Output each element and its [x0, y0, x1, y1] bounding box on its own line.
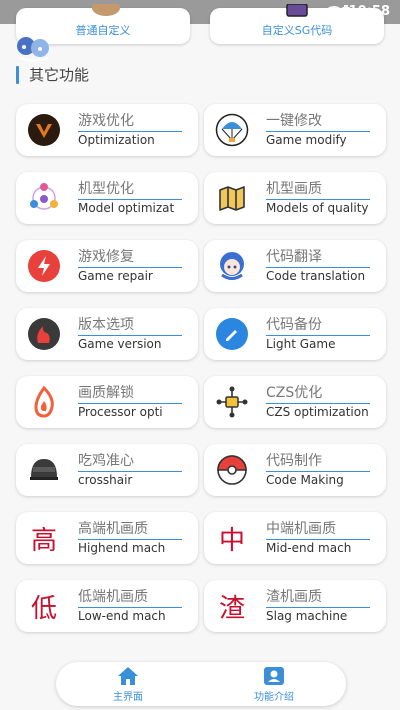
slag-glyph-icon: 渣: [218, 593, 245, 624]
fire-icon: [26, 384, 62, 420]
pokeball-icon: [214, 452, 250, 488]
anime-avatar-icon: [214, 248, 250, 284]
card-title: 代码备份: [266, 316, 370, 336]
card-title: 代码制作: [266, 452, 370, 472]
home-icon: [118, 667, 138, 685]
card-title: 游戏优化: [78, 112, 182, 132]
card-subtitle: Game version: [78, 337, 162, 351]
normal-custom-label: 普通自定义: [75, 24, 131, 37]
map-icon: [214, 180, 250, 216]
card-title: 一键修改: [266, 112, 370, 132]
card-slag-quality[interactable]: 渣 渣机画质 Slag machine: [204, 580, 386, 632]
card-subtitle: Code translation: [266, 269, 366, 283]
card-subtitle: Slag machine: [266, 609, 348, 623]
card-subtitle: Game modify: [266, 133, 347, 147]
profile-card-icon: [264, 667, 284, 685]
card-subtitle: Optimization: [78, 133, 155, 147]
mascot-icon: [17, 37, 49, 62]
circuit-icon: [214, 384, 250, 420]
card-subtitle: Light Game: [266, 337, 336, 351]
card-title: 版本选项: [78, 316, 182, 336]
card-title: 机型优化: [78, 180, 182, 200]
low-glyph-icon: 低: [30, 593, 57, 624]
section-accent-bar: [16, 65, 19, 84]
card-subtitle: Highend mach: [78, 541, 166, 555]
card-code-making[interactable]: 代码制作 Code Making: [204, 444, 386, 496]
nav-function-label: 功能介绍: [254, 692, 294, 703]
card-title: 低端机画质: [78, 588, 182, 608]
card-midend-quality[interactable]: 中 中端机画质 Mid-end mach: [204, 512, 386, 564]
card-subtitle: Mid-end mach: [266, 541, 352, 555]
card-game-repair[interactable]: 游戏修复 Game repair: [16, 240, 198, 292]
card-title: 代码翻译: [266, 248, 370, 268]
card-crosshair[interactable]: 吃鸡准心 crosshair: [16, 444, 198, 496]
parachute-icon: [214, 112, 250, 148]
card-model-quality[interactable]: 机型画质 Models of quality: [204, 172, 386, 224]
section-title: 其它功能: [16, 64, 89, 85]
card-title: CZS优化: [266, 384, 370, 404]
mascot-icon: [92, 4, 120, 16]
card-subtitle: Game repair: [78, 269, 153, 283]
card-one-key-modify[interactable]: 一键修改 Game modify: [204, 104, 386, 156]
card-title: 渣机画质: [266, 588, 370, 608]
card-title: 吃鸡准心: [78, 452, 182, 472]
card-czs-optimization[interactable]: CZS优化 CZS optimization: [204, 376, 386, 428]
card-subtitle: Models of quality: [266, 201, 369, 215]
section-title-text: 其它功能: [29, 66, 90, 84]
card-code-backup[interactable]: 代码备份 Light Game: [204, 308, 386, 360]
card-subtitle: Model optimizat: [78, 201, 175, 215]
tv-icon: [286, 4, 308, 17]
flame-dark-icon: [26, 316, 62, 352]
card-highend-quality[interactable]: 高 高端机画质 Highend mach: [16, 512, 198, 564]
high-glyph-icon: 高: [30, 525, 57, 556]
card-subtitle: CZS optimization: [266, 405, 369, 419]
card-model-optimization[interactable]: 机型优化 Model optimizat: [16, 172, 198, 224]
custom-sg-code-button[interactable]: 自定义SG代码: [210, 4, 384, 44]
nav-home[interactable]: 主界面: [78, 666, 178, 704]
custom-sg-code-label: 自定义SG代码: [261, 24, 333, 37]
game-optimize-icon: [26, 112, 62, 148]
card-subtitle: Code Making: [266, 473, 344, 487]
edit-icon: [214, 316, 250, 352]
card-subtitle: Processor opti: [78, 405, 163, 419]
card-subtitle: crosshair: [78, 473, 133, 487]
card-game-optimization[interactable]: 游戏优化 Optimization: [16, 104, 198, 156]
mid-glyph-icon: 中: [218, 525, 245, 556]
lightning-icon: [26, 248, 62, 284]
card-title: 机型画质: [266, 180, 370, 200]
card-quality-unlock[interactable]: 画质解锁 Processor opti: [16, 376, 198, 428]
nav-home-label: 主界面: [113, 692, 143, 703]
card-title: 中端机画质: [266, 520, 370, 540]
card-title: 画质解锁: [78, 384, 182, 404]
card-title: 游戏修复: [78, 248, 182, 268]
bottom-nav: 主界面 功能介绍: [56, 662, 346, 706]
card-game-version[interactable]: 版本选项 Game version: [16, 308, 198, 360]
nav-function-intro[interactable]: 功能介绍: [224, 666, 324, 704]
card-subtitle: Low-end mach: [78, 609, 166, 623]
helmet-icon: [26, 452, 62, 488]
card-code-translation[interactable]: 代码翻译 Code translation: [204, 240, 386, 292]
card-lowend-quality[interactable]: 低 低端机画质 Low-end mach: [16, 580, 198, 632]
network-icon: [26, 180, 62, 216]
card-title: 高端机画质: [78, 520, 182, 540]
